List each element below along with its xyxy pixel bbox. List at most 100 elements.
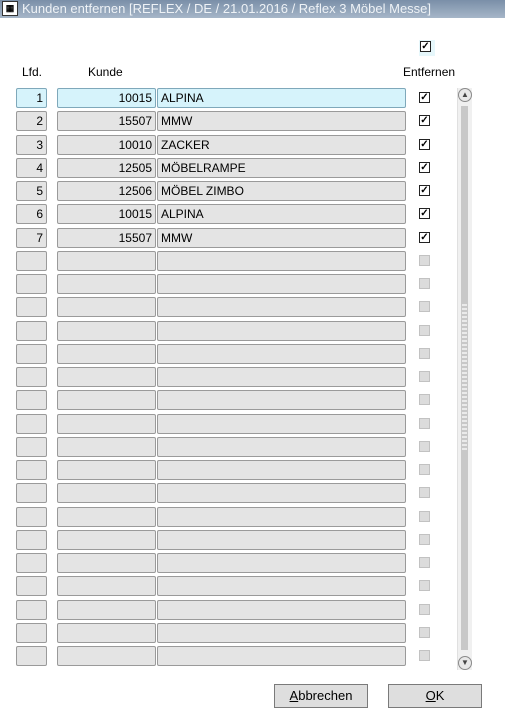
row-lfd-field[interactable] (16, 274, 47, 294)
scroll-down-icon[interactable]: ▼ (458, 656, 472, 670)
row-remove-checkbox[interactable] (419, 301, 430, 312)
row-kunde-name-field[interactable]: ZACKER (157, 135, 406, 155)
row-lfd-field[interactable] (16, 367, 47, 387)
row-lfd-field[interactable]: 1 (16, 88, 47, 108)
row-lfd-field[interactable]: 7 (16, 228, 47, 248)
row-kunde-nr-field[interactable] (57, 344, 156, 364)
row-lfd-field[interactable]: 2 (16, 111, 47, 131)
row-remove-checkbox[interactable] (419, 418, 430, 429)
row-lfd-field[interactable]: 4 (16, 158, 47, 178)
row-kunde-nr-field[interactable]: 15507 (57, 111, 156, 131)
row-kunde-name-field[interactable] (157, 274, 406, 294)
row-kunde-nr-field[interactable] (57, 321, 156, 341)
row-remove-checkbox[interactable] (419, 371, 430, 382)
row-kunde-nr-field[interactable]: 10010 (57, 135, 156, 155)
row-kunde-name-field[interactable] (157, 367, 406, 387)
row-remove-checkbox[interactable] (419, 557, 430, 568)
row-remove-checkbox[interactable] (419, 278, 430, 289)
row-kunde-nr-field[interactable] (57, 530, 156, 550)
row-lfd-field[interactable]: 5 (16, 181, 47, 201)
row-remove-checkbox[interactable]: ✓ (419, 92, 430, 103)
row-kunde-name-field[interactable]: MÖBELRAMPE (157, 158, 406, 178)
scroll-thumb-grip[interactable] (462, 302, 467, 452)
row-kunde-nr-field[interactable] (57, 576, 156, 596)
row-remove-checkbox[interactable] (419, 534, 430, 545)
row-kunde-name-field[interactable] (157, 437, 406, 457)
row-lfd-field[interactable] (16, 251, 47, 271)
row-remove-checkbox[interactable] (419, 441, 430, 452)
row-kunde-name-field[interactable] (157, 344, 406, 364)
row-kunde-name-field[interactable] (157, 576, 406, 596)
app-window-icon[interactable]: ▦ (2, 1, 18, 16)
row-lfd-field[interactable] (16, 460, 47, 480)
row-kunde-nr-field[interactable] (57, 297, 156, 317)
row-remove-checkbox[interactable] (419, 487, 430, 498)
row-kunde-nr-field[interactable] (57, 553, 156, 573)
row-remove-checkbox[interactable] (419, 255, 430, 266)
select-all-checkbox[interactable]: ✓ (420, 41, 431, 52)
row-remove-checkbox[interactable] (419, 650, 430, 661)
row-lfd-field[interactable] (16, 321, 47, 341)
row-kunde-nr-field[interactable] (57, 437, 156, 457)
row-kunde-nr-field[interactable] (57, 646, 156, 666)
row-lfd-field[interactable] (16, 530, 47, 550)
row-lfd-field[interactable] (16, 646, 47, 666)
row-lfd-field[interactable] (16, 623, 47, 643)
row-kunde-name-field[interactable] (157, 414, 406, 434)
scroll-up-icon[interactable]: ▲ (458, 88, 472, 102)
row-lfd-field[interactable] (16, 600, 47, 620)
row-lfd-field[interactable] (16, 483, 47, 503)
row-kunde-name-field[interactable] (157, 297, 406, 317)
row-kunde-name-field[interactable]: MMW (157, 228, 406, 248)
row-kunde-nr-field[interactable] (57, 414, 156, 434)
row-kunde-nr-field[interactable] (57, 390, 156, 410)
row-kunde-nr-field[interactable]: 10015 (57, 204, 156, 224)
row-remove-checkbox[interactable] (419, 580, 430, 591)
row-kunde-nr-field[interactable] (57, 367, 156, 387)
row-kunde-nr-field[interactable] (57, 507, 156, 527)
row-kunde-nr-field[interactable] (57, 251, 156, 271)
row-kunde-name-field[interactable] (157, 321, 406, 341)
ok-button[interactable]: OK (388, 684, 482, 708)
row-lfd-field[interactable]: 6 (16, 204, 47, 224)
row-remove-checkbox[interactable]: ✓ (419, 208, 430, 219)
row-lfd-field[interactable] (16, 344, 47, 364)
row-kunde-name-field[interactable] (157, 600, 406, 620)
row-kunde-name-field[interactable] (157, 530, 406, 550)
row-lfd-field[interactable]: 3 (16, 135, 47, 155)
row-kunde-name-field[interactable] (157, 507, 406, 527)
row-kunde-nr-field[interactable]: 12506 (57, 181, 156, 201)
row-kunde-name-field[interactable] (157, 553, 406, 573)
row-lfd-field[interactable] (16, 507, 47, 527)
row-kunde-nr-field[interactable] (57, 600, 156, 620)
row-kunde-nr-field[interactable] (57, 623, 156, 643)
row-kunde-name-field[interactable]: ALPINA (157, 88, 406, 108)
row-kunde-nr-field[interactable] (57, 274, 156, 294)
row-remove-checkbox[interactable] (419, 604, 430, 615)
row-remove-checkbox[interactable] (419, 627, 430, 638)
scroll-track[interactable] (461, 106, 468, 650)
row-kunde-name-field[interactable] (157, 646, 406, 666)
row-kunde-name-field[interactable]: MMW (157, 111, 406, 131)
row-remove-checkbox[interactable]: ✓ (419, 139, 430, 150)
row-kunde-nr-field[interactable] (57, 483, 156, 503)
row-kunde-name-field[interactable] (157, 390, 406, 410)
row-remove-checkbox[interactable] (419, 348, 430, 359)
row-remove-checkbox[interactable]: ✓ (419, 232, 430, 243)
row-lfd-field[interactable] (16, 576, 47, 596)
row-kunde-nr-field[interactable] (57, 460, 156, 480)
row-remove-checkbox[interactable] (419, 394, 430, 405)
row-kunde-name-field[interactable] (157, 623, 406, 643)
row-remove-checkbox[interactable]: ✓ (419, 115, 430, 126)
row-kunde-nr-field[interactable]: 10015 (57, 88, 156, 108)
row-kunde-name-field[interactable]: MÖBEL ZIMBO (157, 181, 406, 201)
row-kunde-name-field[interactable] (157, 460, 406, 480)
row-remove-checkbox[interactable] (419, 325, 430, 336)
row-lfd-field[interactable] (16, 390, 47, 410)
vertical-scrollbar[interactable]: ▲ ▼ (457, 88, 472, 670)
row-kunde-name-field[interactable] (157, 251, 406, 271)
row-kunde-nr-field[interactable]: 15507 (57, 228, 156, 248)
row-lfd-field[interactable] (16, 297, 47, 317)
row-remove-checkbox[interactable]: ✓ (419, 185, 430, 196)
row-kunde-name-field[interactable] (157, 483, 406, 503)
